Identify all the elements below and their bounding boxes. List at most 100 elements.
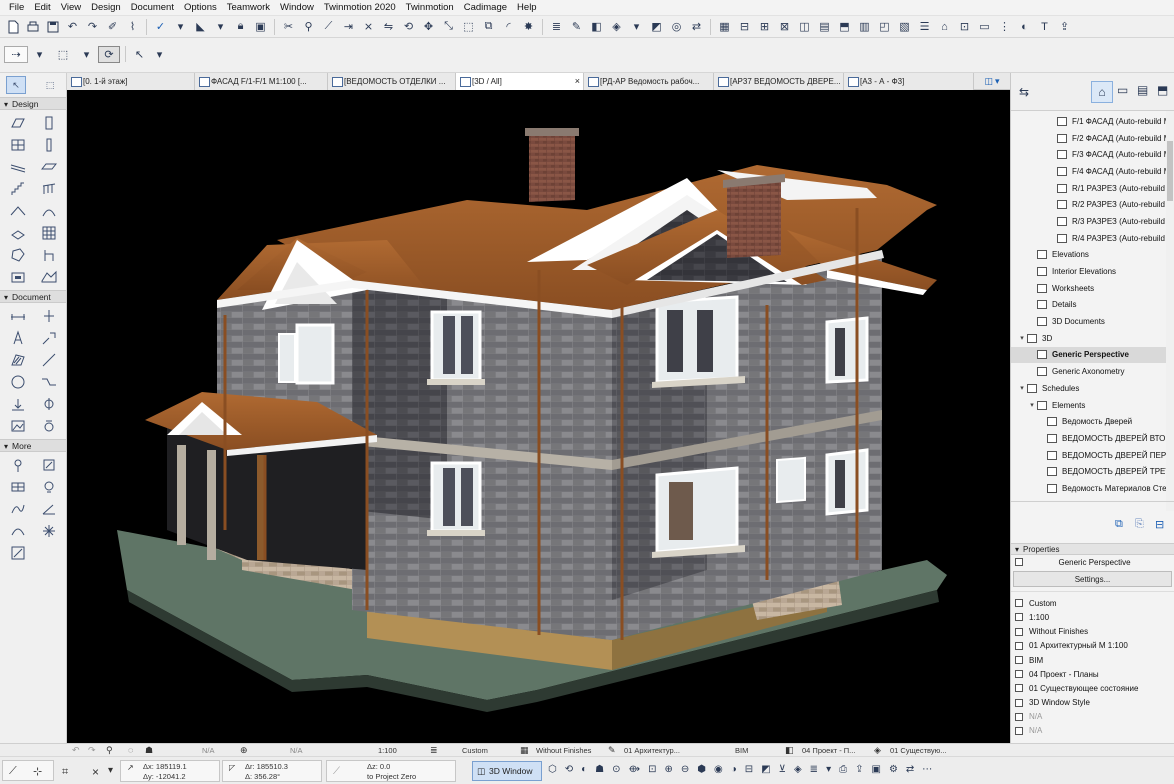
clone-icon[interactable]: ⎘ — [1135, 518, 1144, 531]
walk-mode-icon[interactable]: ☗ — [595, 764, 604, 775]
property-row[interactable]: Without Finishes — [1011, 625, 1174, 639]
radial-icon[interactable] — [39, 522, 59, 540]
views-icon[interactable]: ◫ — [984, 76, 993, 87]
tree-item[interactable]: Ведомость Материалов Сте — [1011, 480, 1174, 497]
intersect-icon[interactable]: ⨯ — [360, 18, 377, 35]
line-icon[interactable] — [39, 351, 59, 369]
tab-finishes-schedule[interactable]: [ВЕДОМОСТЬ ОТДЕЛКИ ... — [328, 73, 456, 90]
roof-icon[interactable] — [8, 202, 28, 220]
lock-icon[interactable]: 🔒︎ — [232, 18, 249, 35]
drag-icon[interactable]: ✥ — [420, 18, 437, 35]
chevron-down-icon[interactable]: ▾ — [78, 46, 95, 63]
tree-item[interactable]: Generic Perspective — [1011, 346, 1174, 364]
shell-icon[interactable] — [39, 202, 59, 220]
snap-check-icon[interactable]: ✓ — [152, 18, 169, 35]
floor-plan-icon[interactable]: ▦ — [716, 18, 733, 35]
arrow-pointer-icon[interactable]: ↖ — [131, 46, 148, 63]
model-view-value[interactable]: BIM — [735, 746, 748, 755]
pen-set-icon[interactable]: ✎ — [568, 18, 585, 35]
tree-arrow[interactable]: ▾ — [1017, 384, 1027, 392]
wall-icon[interactable] — [8, 114, 28, 132]
tree-item[interactable]: ▾ Elements — [1011, 397, 1174, 414]
drawing-icon[interactable] — [8, 395, 28, 413]
3d-pan-icon[interactable]: ⟲ — [565, 764, 573, 775]
property-row[interactable]: BIM — [1011, 653, 1174, 667]
teamwork-icon[interactable]: ⇄ — [688, 18, 705, 35]
property-row[interactable]: 01 Существующее состояние — [1011, 681, 1174, 695]
tab-facade[interactable]: ФАСАД F/1-F/1 M1:100 [... — [195, 73, 328, 90]
info-box-icon[interactable]: ▭ — [976, 18, 993, 35]
railing-icon[interactable] — [39, 180, 59, 198]
measure-icon[interactable]: ⟋ — [9, 765, 17, 778]
view-map-icon[interactable]: ▭ — [1117, 83, 1128, 97]
renovation-icon[interactable]: ◈ — [874, 745, 881, 756]
relative-construction-icon[interactable]: ⌗ — [62, 766, 68, 779]
tab-floor-plan[interactable]: [0. 1-й этаж] — [67, 73, 195, 90]
interior-elevation-icon[interactable]: ⊠ — [776, 18, 793, 35]
rotate-icon[interactable]: ⟲ — [400, 18, 417, 35]
renovation-icon[interactable]: ◈ — [608, 18, 625, 35]
split-icon[interactable]: ⟋ — [320, 18, 337, 35]
filter-icon[interactable]: ⊻ — [779, 764, 786, 775]
curtain-wall-icon[interactable] — [39, 224, 59, 242]
morph-icon[interactable] — [8, 246, 28, 264]
zoom-out-icon[interactable]: ⊖ — [681, 764, 689, 775]
fly-icon[interactable]: ⟴ — [629, 764, 641, 775]
stair-icon[interactable] — [8, 180, 28, 198]
chevron-down-icon[interactable]: ▾ — [151, 46, 168, 63]
fillet-icon[interactable]: ◜ — [500, 18, 517, 35]
navigator-icon[interactable]: ⌂ — [936, 18, 953, 35]
label-icon[interactable] — [39, 329, 59, 347]
property-row[interactable]: 1:100 — [1011, 610, 1174, 624]
column-icon[interactable] — [39, 136, 59, 154]
magnifier-icon[interactable]: ⚲ — [300, 18, 317, 35]
tree-item[interactable]: Generic Axonometry — [1011, 363, 1174, 380]
lamp-icon[interactable] — [8, 478, 28, 496]
camera-icon[interactable]: ◉ — [714, 764, 723, 775]
level-dimension-icon[interactable] — [39, 307, 59, 325]
organizer-icon[interactable]: ⊡ — [956, 18, 973, 35]
section-plane-icon[interactable]: ⊟ — [745, 764, 753, 775]
style-icon[interactable]: ◈ — [794, 764, 802, 775]
slab-icon[interactable] — [39, 158, 59, 176]
worksheet-tool-icon[interactable] — [8, 544, 28, 562]
3d-box-icon[interactable]: ⬡ — [548, 764, 557, 775]
inject-icon[interactable]: ⌇ — [124, 18, 141, 35]
3d-window-icon[interactable]: ◫ — [796, 18, 813, 35]
pen-set-icon[interactable]: ✎ — [608, 745, 616, 756]
marquee-tool-icon[interactable]: ⬚ — [40, 76, 60, 94]
3d-cube-icon[interactable]: ⬢ — [697, 764, 706, 775]
tree-arrow[interactable]: ▾ — [1017, 334, 1027, 342]
schedule-icon[interactable]: ▧ — [896, 18, 913, 35]
toolbox-section-design[interactable]: Design — [0, 97, 66, 110]
angle-dimension-icon[interactable] — [39, 500, 59, 518]
finishes-value[interactable]: Without Finishes — [536, 746, 591, 755]
property-row[interactable]: 04 Проект - Планы — [1011, 667, 1174, 681]
renovation-value[interactable]: 01 Существую... — [890, 746, 946, 755]
circle-icon[interactable] — [8, 373, 28, 391]
zoom-in-icon[interactable]: ⊕ — [665, 764, 673, 775]
chevron-down-icon[interactable]: ▾ — [826, 764, 831, 775]
3d-window-button[interactable]: ◫ 3D Window — [472, 761, 542, 781]
tree-item[interactable]: ▾ Schedules — [1011, 380, 1174, 397]
adjust-icon[interactable]: ⇥ — [340, 18, 357, 35]
bim-icon[interactable]: ▣ — [871, 764, 880, 775]
tree-item[interactable]: Worksheets — [1011, 280, 1174, 297]
toolbox-section-more[interactable]: More — [0, 439, 66, 452]
zoom-in-icon[interactable]: ⊕ — [240, 745, 248, 756]
redo-icon[interactable]: ↷ — [88, 745, 96, 756]
cutaway-icon[interactable]: ◩ — [761, 764, 770, 775]
publisher-icon[interactable]: ⬒ — [836, 18, 853, 35]
export-icon[interactable]: ⇪ — [855, 764, 863, 775]
beam-icon[interactable] — [8, 158, 28, 176]
window-icon[interactable] — [8, 136, 28, 154]
chevron-down-icon[interactable]: ▾ — [995, 76, 1000, 87]
figure-icon[interactable] — [8, 417, 28, 435]
group-icon[interactable]: ▣ — [252, 18, 269, 35]
object-icon[interactable] — [39, 246, 59, 264]
print-icon[interactable] — [24, 18, 41, 35]
mesh-icon[interactable] — [39, 268, 59, 286]
arc-icon[interactable] — [8, 522, 28, 540]
menu-item[interactable]: Cadimage — [459, 0, 512, 16]
render-icon[interactable]: ◑ — [731, 764, 737, 775]
